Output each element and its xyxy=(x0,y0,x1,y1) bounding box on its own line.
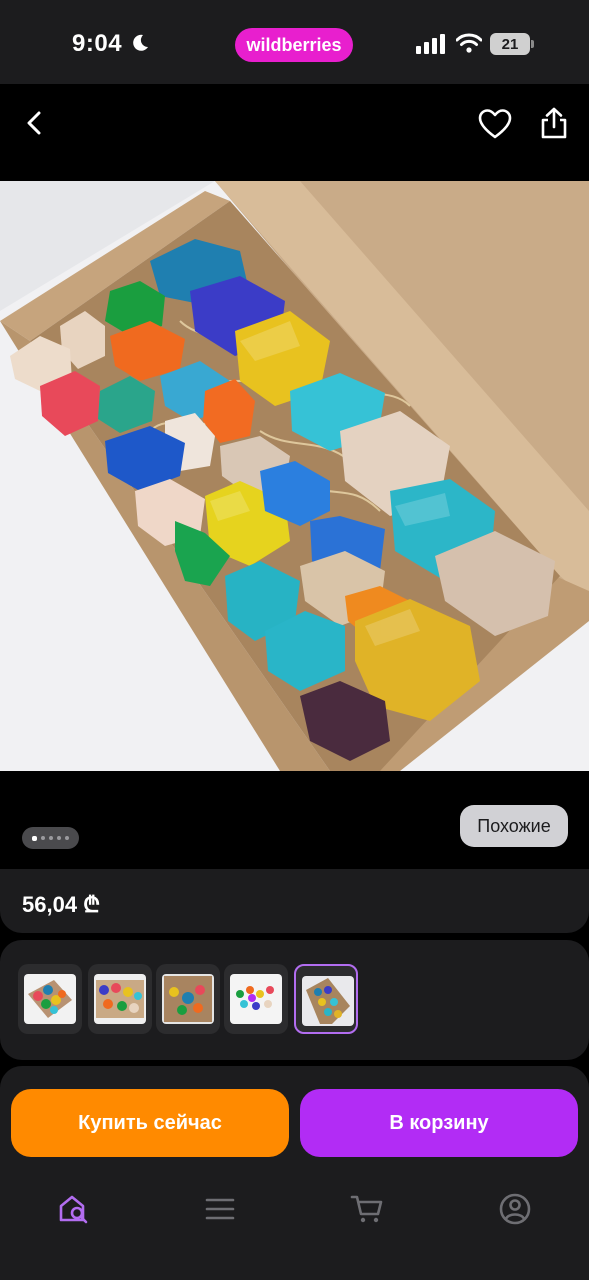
gallery-footer: Похожие xyxy=(0,771,589,869)
tab-catalog[interactable] xyxy=(190,1184,250,1234)
thumbnail-5[interactable] xyxy=(294,964,358,1034)
cart-icon xyxy=(350,1195,383,1223)
search-home-icon xyxy=(59,1195,88,1224)
tab-cart[interactable] xyxy=(337,1184,397,1234)
wifi-icon xyxy=(456,33,482,53)
page-dot-2 xyxy=(41,836,45,840)
moon-icon xyxy=(133,34,148,51)
tab-profile[interactable] xyxy=(485,1184,545,1234)
thumbnail-image xyxy=(94,974,146,1024)
thumbnail-2[interactable] xyxy=(88,964,152,1034)
add-to-cart-button[interactable]: В корзину xyxy=(300,1089,578,1157)
thumbnail-image xyxy=(24,974,76,1024)
page-dot-3 xyxy=(49,836,53,840)
signal-icon xyxy=(416,34,445,54)
battery-tip xyxy=(531,40,534,48)
share-icon[interactable] xyxy=(538,106,570,140)
heart-icon[interactable] xyxy=(478,108,512,140)
gallery-page-indicator[interactable] xyxy=(22,827,79,849)
thumbnail-4[interactable] xyxy=(224,964,288,1034)
back-icon[interactable] xyxy=(20,108,50,138)
price-card: 56,04 ₾ xyxy=(0,869,589,933)
profile-icon xyxy=(499,1193,531,1225)
thumbnail-3[interactable] xyxy=(156,964,220,1034)
product-image[interactable] xyxy=(0,181,589,771)
status-time: 9:04 xyxy=(72,30,123,57)
thumbnail-1[interactable] xyxy=(18,964,82,1034)
product-header xyxy=(0,84,589,181)
page-dot-5 xyxy=(65,836,69,840)
battery-icon: 21 xyxy=(490,33,534,55)
battery-level: 21 xyxy=(490,33,530,55)
status-bar: 9:04 wildberries 21 xyxy=(0,0,589,84)
tab-home[interactable] xyxy=(44,1184,104,1234)
page-dot-1 xyxy=(32,835,37,841)
thumbnail-image xyxy=(162,974,214,1024)
similar-button[interactable]: Похожие xyxy=(460,805,568,847)
brand-badge[interactable]: wildberries xyxy=(235,28,353,62)
buy-now-button[interactable]: Купить сейчас xyxy=(11,1089,289,1157)
thumbnail-image xyxy=(302,976,354,1026)
thumbnail-strip xyxy=(0,940,589,1060)
page-dot-4 xyxy=(57,836,61,840)
product-price: 56,04 ₾ xyxy=(22,892,101,917)
bottom-tab-bar xyxy=(0,1176,589,1280)
thumbnail-image xyxy=(230,974,282,1024)
menu-icon xyxy=(205,1198,235,1220)
